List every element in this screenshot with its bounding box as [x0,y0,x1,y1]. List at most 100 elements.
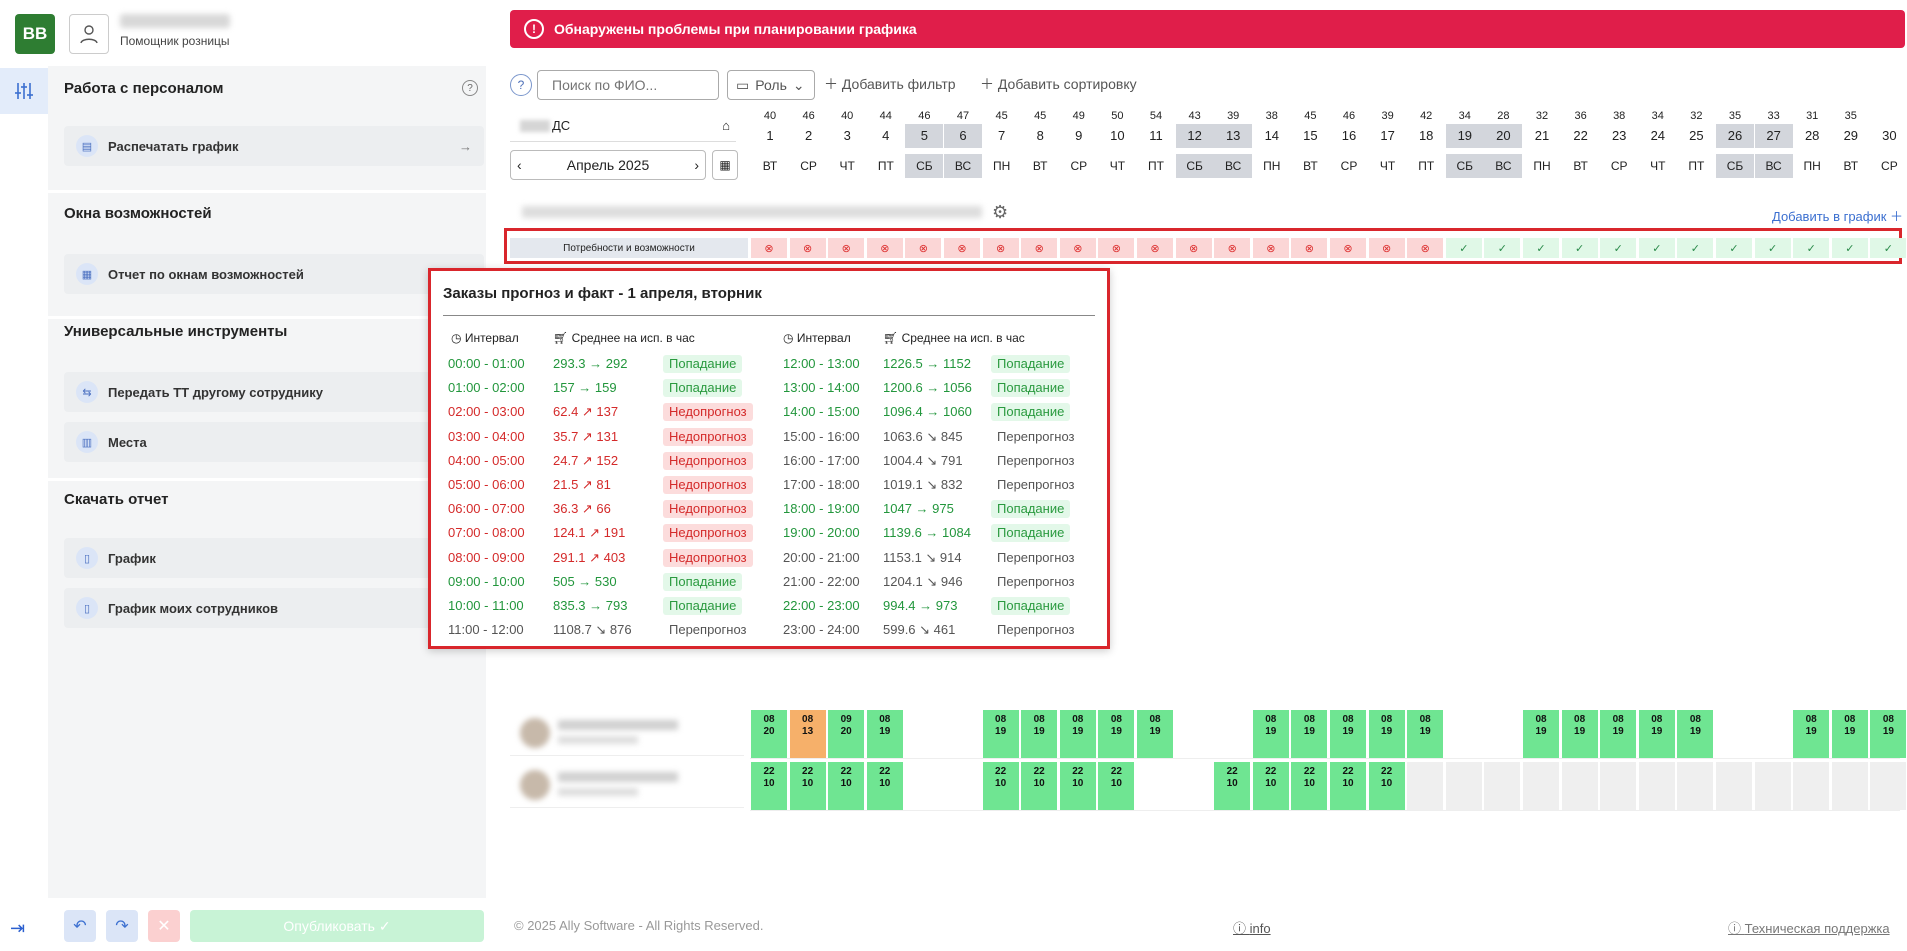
shift-cell[interactable]: 08 19 [1098,710,1135,758]
redo-icon[interactable]: ↷ [106,910,138,942]
sliders-icon[interactable] [0,68,48,114]
day-number[interactable]: 6 [944,124,982,148]
check-icon[interactable]: ✓ [1600,238,1637,258]
shift-cell[interactable]: 08 19 [1638,710,1675,758]
day-number[interactable]: 21 [1523,124,1561,148]
error-circle-icon[interactable]: ⊗ [1059,238,1096,258]
day-number[interactable]: 27 [1754,124,1793,148]
shift-cell[interactable]: 08 19 [1368,710,1405,758]
day-number[interactable]: 28 [1793,124,1831,148]
help-icon[interactable]: ? [462,80,478,96]
day-number[interactable]: 10 [1098,124,1136,148]
shift-cell[interactable]: 08 19 [866,710,903,758]
check-icon[interactable]: ✓ [1716,238,1752,258]
shift-cell[interactable]: 08 20 [751,710,787,758]
download-schedule-button[interactable]: ▯ График [64,538,484,578]
shift-cell[interactable] [1484,762,1521,810]
error-circle-icon[interactable]: ⊗ [1291,238,1328,258]
print-schedule-button[interactable]: ▤ Распечатать график → [64,126,484,166]
check-icon[interactable]: ✓ [1638,238,1675,258]
add-to-schedule-link[interactable]: Добавить в график ＋ [1772,206,1903,225]
shift-cell[interactable]: 09 20 [828,710,865,758]
shift-cell[interactable]: 08 19 [1600,710,1637,758]
day-number[interactable]: 20 [1484,124,1523,148]
shift-cell[interactable]: 08 19 [1407,710,1444,758]
shift-cell[interactable]: 22 10 [1368,762,1405,810]
shift-cell[interactable]: 08 19 [1252,710,1289,758]
error-circle-icon[interactable]: ⊗ [866,238,903,258]
day-number[interactable]: 16 [1330,124,1368,148]
shift-cell[interactable]: 22 10 [751,762,787,810]
shift-cell[interactable]: 08 19 [1021,710,1058,758]
day-number[interactable]: 18 [1407,124,1445,148]
day-number[interactable]: 9 [1060,124,1098,148]
error-circle-icon[interactable]: ⊗ [751,238,787,258]
shift-cell[interactable]: 08 13 [789,710,826,758]
shift-cell[interactable] [1716,762,1752,810]
error-circle-icon[interactable]: ⊗ [944,238,980,258]
download-my-staff-button[interactable]: ▯ График моих сотрудников [64,588,484,628]
check-icon[interactable]: ✓ [1677,238,1714,258]
shift-cell[interactable]: 22 10 [1021,762,1058,810]
error-circle-icon[interactable]: ⊗ [1214,238,1251,258]
shift-cell[interactable] [1754,762,1791,810]
store-selector[interactable]: ДС ⌂ [510,110,736,142]
shift-cell[interactable]: 22 10 [1098,762,1135,810]
shift-cell[interactable]: 08 19 [1831,710,1868,758]
day-number[interactable]: 11 [1137,124,1175,148]
shift-cell[interactable] [1793,762,1830,810]
error-circle-icon[interactable]: ⊗ [1368,238,1405,258]
search-input[interactable] [537,70,719,100]
day-number[interactable]: 1 [751,124,789,148]
error-circle-icon[interactable]: ⊗ [905,238,942,258]
error-circle-icon[interactable]: ⊗ [1021,238,1058,258]
error-circle-icon[interactable]: ⊗ [1137,238,1173,258]
help-icon[interactable]: ? [510,74,532,96]
shift-cell[interactable]: 08 19 [1059,710,1096,758]
shift-cell[interactable]: 22 10 [828,762,865,810]
shift-cell[interactable]: 22 10 [789,762,826,810]
day-number[interactable]: 26 [1716,124,1754,148]
check-icon[interactable]: ✓ [1754,238,1791,258]
shift-cell[interactable]: 08 19 [1330,710,1366,758]
logout-icon[interactable]: ⇥ [10,918,36,940]
check-icon[interactable]: ✓ [1561,238,1598,258]
check-icon[interactable]: ✓ [1793,238,1830,258]
day-number[interactable]: 8 [1021,124,1059,148]
undo-icon[interactable]: ↶ [64,910,96,942]
shift-cell[interactable]: 08 19 [1561,710,1598,758]
error-circle-icon[interactable]: ⊗ [982,238,1019,258]
calendar-icon[interactable]: ▦ [712,150,738,180]
check-icon[interactable]: ✓ [1831,238,1868,258]
employee-row-header[interactable] [510,708,744,756]
day-number[interactable]: 4 [867,124,905,148]
close-icon[interactable]: ✕ [148,910,180,942]
day-number[interactable]: 24 [1639,124,1677,148]
info-link[interactable]: ⓘ info [1233,918,1271,937]
shift-cell[interactable]: 22 10 [1059,762,1096,810]
error-circle-icon[interactable]: ⊗ [828,238,865,258]
shift-cell[interactable]: 22 10 [1330,762,1366,810]
shift-cell[interactable]: 08 19 [1523,710,1559,758]
shift-cell[interactable]: 08 19 [1870,710,1907,758]
employee-row-header[interactable] [510,760,744,808]
day-number[interactable]: 3 [828,124,866,148]
day-number[interactable]: 14 [1253,124,1291,148]
chevron-right-icon[interactable]: › [694,157,699,173]
shift-cell[interactable] [1638,762,1675,810]
error-circle-icon[interactable]: ⊗ [789,238,826,258]
check-icon[interactable]: ✓ [1523,238,1559,258]
publish-button[interactable]: Опубликовать ✓ [190,910,484,942]
check-icon[interactable]: ✓ [1870,238,1907,258]
error-circle-icon[interactable]: ⊗ [1175,238,1212,258]
day-number[interactable]: 29 [1832,124,1870,148]
support-link[interactable]: ⓘ Техническая поддержка [1728,918,1890,937]
day-number[interactable]: 19 [1445,124,1484,148]
day-number[interactable]: 7 [983,124,1021,148]
day-number[interactable]: 13 [1214,124,1253,148]
shift-cell[interactable] [1600,762,1637,810]
transfer-tt-button[interactable]: ⇆ Передать ТТ другому сотруднику [64,372,484,412]
app-logo[interactable]: BB [15,14,55,54]
shift-cell[interactable]: 08 19 [982,710,1019,758]
shift-cell[interactable] [1561,762,1598,810]
